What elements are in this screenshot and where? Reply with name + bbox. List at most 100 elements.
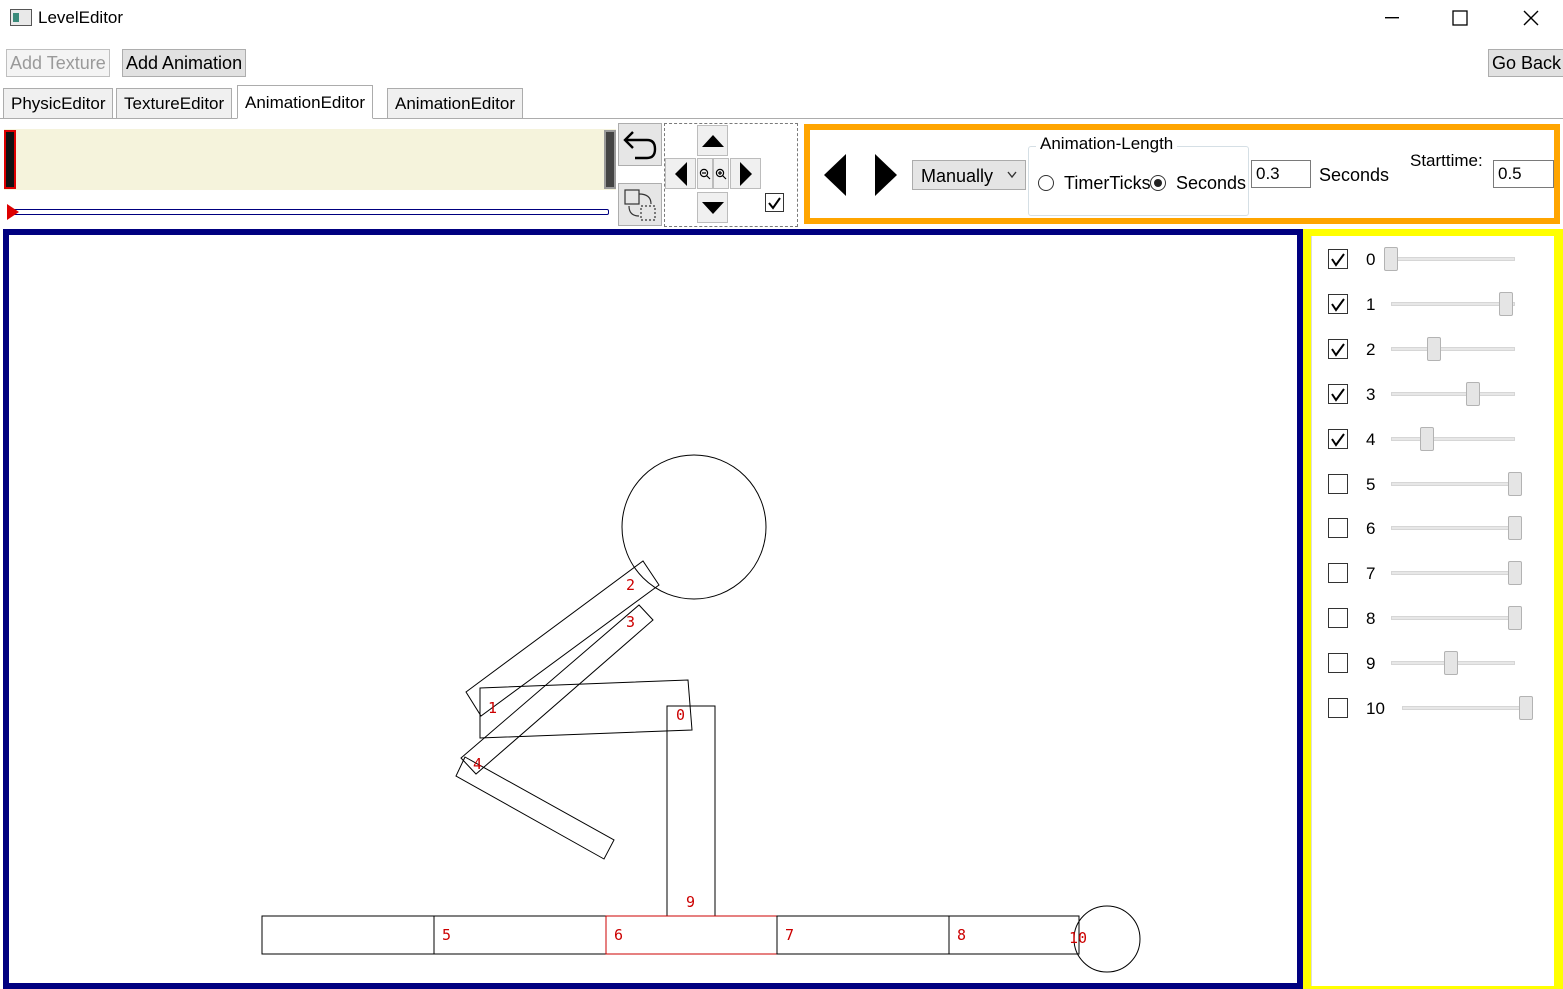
zoom-out-icon: [699, 168, 711, 179]
app-icon: [10, 9, 32, 26]
joint-slider-thumb[interactable]: [1427, 337, 1441, 361]
tab-animation-editor[interactable]: AnimationEditor: [387, 88, 524, 119]
bone-shape: [666, 705, 716, 917]
joint-label: 2: [626, 576, 635, 594]
joint-slider[interactable]: [1402, 706, 1526, 710]
length-input[interactable]: 0.3: [1251, 160, 1311, 188]
starttime-label: Starttime:: [1410, 151, 1483, 170]
keyframe-timeline[interactable]: [4, 129, 616, 190]
joint-checkbox[interactable]: [1328, 429, 1348, 449]
undo-button[interactable]: [618, 123, 662, 166]
joint-checkbox[interactable]: [1328, 249, 1348, 269]
bone-shape: [776, 915, 950, 955]
check-icon: [1331, 297, 1345, 312]
joint-label: 6: [1366, 519, 1376, 538]
check-icon: [768, 196, 781, 210]
joint-label: 8: [957, 926, 966, 944]
joint-checkbox[interactable]: [1328, 563, 1348, 583]
joint-slider[interactable]: [1391, 302, 1515, 306]
joint-checkbox[interactable]: [1328, 474, 1348, 494]
minimize-button[interactable]: [1362, 0, 1422, 36]
joint-checkbox[interactable]: [1328, 339, 1348, 359]
joint-slider[interactable]: [1391, 482, 1515, 486]
joint-label: 10: [1069, 929, 1087, 947]
tab-animation-editor-active[interactable]: AnimationEditor: [237, 85, 374, 119]
joint-label: 10: [1366, 699, 1385, 718]
joint-checkbox[interactable]: [1328, 518, 1348, 538]
joint-slider-thumb[interactable]: [1420, 427, 1434, 451]
joint-label: 4: [473, 755, 482, 773]
timeline-start-marker[interactable]: [4, 130, 16, 189]
arrow-right-icon: [739, 161, 752, 186]
timeline-end-marker[interactable]: [604, 130, 616, 189]
pan-down-button[interactable]: [697, 192, 728, 223]
length-unit-label: Seconds: [1319, 165, 1390, 185]
animation-canvas[interactable]: 0 1 2 3 4 5 6 7 8 9 10: [3, 229, 1303, 989]
joint-slider-thumb[interactable]: [1499, 292, 1513, 316]
joint-checkbox[interactable]: [1328, 384, 1348, 404]
tab-texture-editor[interactable]: TextureEditor: [116, 88, 233, 119]
joint-checkbox[interactable]: [1328, 653, 1348, 673]
bone-shape: [948, 915, 1080, 955]
joint-checkbox[interactable]: [1328, 698, 1348, 718]
prev-frame-button[interactable]: [822, 152, 848, 203]
joint-label: 4: [1366, 430, 1376, 449]
check-icon: [1331, 387, 1345, 402]
joint-slider-thumb[interactable]: [1508, 561, 1522, 585]
add-animation-button[interactable]: Add Animation: [122, 49, 247, 77]
joint-slider-thumb[interactable]: [1508, 516, 1522, 540]
joint-label: 5: [442, 926, 451, 944]
tab-physic-editor[interactable]: PhysicEditor: [3, 88, 114, 119]
joint-slider[interactable]: [1391, 526, 1515, 530]
pad-checkbox[interactable]: [765, 193, 784, 212]
pan-up-button[interactable]: [697, 125, 728, 156]
check-icon: [1331, 432, 1345, 447]
mode-dropdown[interactable]: Manually: [912, 160, 1026, 190]
head-shape: [621, 454, 767, 600]
zoom-out-button[interactable]: [697, 158, 713, 189]
joint-slider[interactable]: [1391, 437, 1515, 441]
joint-slider-thumb[interactable]: [1444, 651, 1458, 675]
joint-label: 0: [1366, 250, 1376, 269]
next-frame-button[interactable]: [873, 152, 899, 203]
joint-slider[interactable]: [1391, 347, 1515, 351]
joint-slider[interactable]: [1391, 616, 1515, 620]
pan-left-button[interactable]: [665, 158, 696, 189]
bone-shape: [479, 679, 693, 739]
time-slider[interactable]: [11, 209, 609, 215]
joint-label: 9: [1366, 654, 1376, 673]
window-title: LevelEditor: [38, 8, 124, 27]
time-slider-thumb[interactable]: [7, 204, 19, 220]
joint-checkbox[interactable]: [1328, 608, 1348, 628]
joint-label: 9: [686, 893, 695, 911]
close-button[interactable]: [1501, 0, 1561, 36]
joint-slider-thumb[interactable]: [1384, 247, 1398, 271]
joint-checkbox[interactable]: [1328, 294, 1348, 314]
zoom-in-button[interactable]: [713, 158, 729, 189]
joint-slider[interactable]: [1391, 392, 1515, 396]
check-icon: [1331, 342, 1345, 357]
undo-icon: [623, 130, 657, 159]
joint-label: 3: [1366, 385, 1376, 404]
maximize-button[interactable]: [1430, 0, 1490, 36]
timer-ticks-radio[interactable]: [1038, 175, 1054, 191]
mode-dropdown-value: Manually: [921, 166, 994, 186]
joint-slider[interactable]: [1391, 571, 1515, 575]
arrow-left-icon: [674, 161, 687, 186]
starttime-input[interactable]: 0.5: [1493, 160, 1554, 188]
joint-slider-thumb[interactable]: [1508, 472, 1522, 496]
prev-frame-icon: [824, 154, 846, 196]
joint-label: 2: [1366, 340, 1376, 359]
joint-label: 3: [626, 613, 635, 631]
crop-transform-button[interactable]: [618, 183, 662, 226]
go-back-button[interactable]: Go Back: [1488, 49, 1563, 77]
joint-slider-thumb[interactable]: [1519, 696, 1533, 720]
joint-slider[interactable]: [1391, 257, 1515, 261]
joint-slider-thumb[interactable]: [1466, 382, 1480, 406]
skeleton-drawing: 0 1 2 3 4 5 6 7 8 9 10: [261, 454, 1141, 973]
seconds-radio[interactable]: [1150, 175, 1166, 191]
add-texture-button[interactable]: Add Texture: [6, 49, 110, 77]
joint-label: 0: [676, 706, 685, 724]
pan-right-button[interactable]: [730, 158, 761, 189]
joint-slider-thumb[interactable]: [1508, 606, 1522, 630]
